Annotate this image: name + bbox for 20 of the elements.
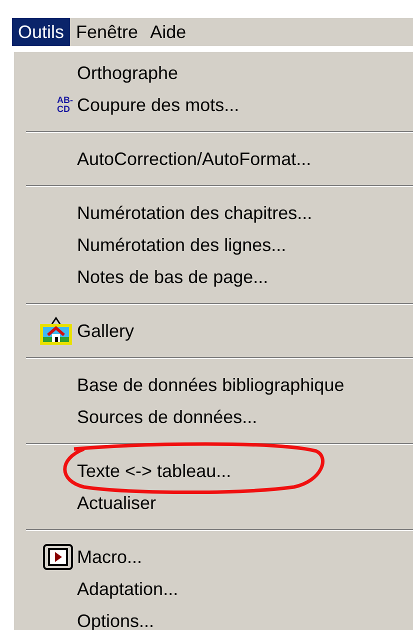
menu-item[interactable]: Adaptation... bbox=[77, 576, 178, 602]
menu-item[interactable]: Base de données bibliographique bbox=[77, 372, 344, 398]
gallery-icon bbox=[39, 316, 73, 346]
menu-item[interactable]: Numérotation des chapitres... bbox=[77, 200, 312, 226]
menu-item[interactable]: Actualiser bbox=[77, 490, 156, 516]
menu-bar-item[interactable]: Fenêtre bbox=[70, 18, 144, 46]
menu-item[interactable]: AutoCorrection/AutoFormat... bbox=[77, 146, 312, 172]
menu-item[interactable]: Options... bbox=[77, 608, 154, 630]
menu-item[interactable]: Orthographe bbox=[77, 60, 178, 86]
menu-item[interactable]: Coupure des mots... bbox=[77, 92, 240, 118]
menu-item[interactable]: Texte <-> tableau... bbox=[77, 458, 232, 484]
menu-item[interactable]: Gallery bbox=[77, 318, 134, 344]
menu-item[interactable]: Macro... bbox=[77, 544, 142, 570]
macro-icon bbox=[43, 544, 73, 570]
menu-bar-item[interactable]: Outils bbox=[12, 18, 70, 46]
menu-bar-item[interactable]: Aide bbox=[144, 18, 192, 46]
menu-item[interactable]: Sources de données... bbox=[77, 404, 258, 430]
menu-item[interactable]: Numérotation des lignes... bbox=[77, 232, 286, 258]
hyphenation-icon: AB- CD bbox=[57, 96, 73, 114]
menu-item[interactable]: Notes de bas de page... bbox=[77, 264, 268, 290]
